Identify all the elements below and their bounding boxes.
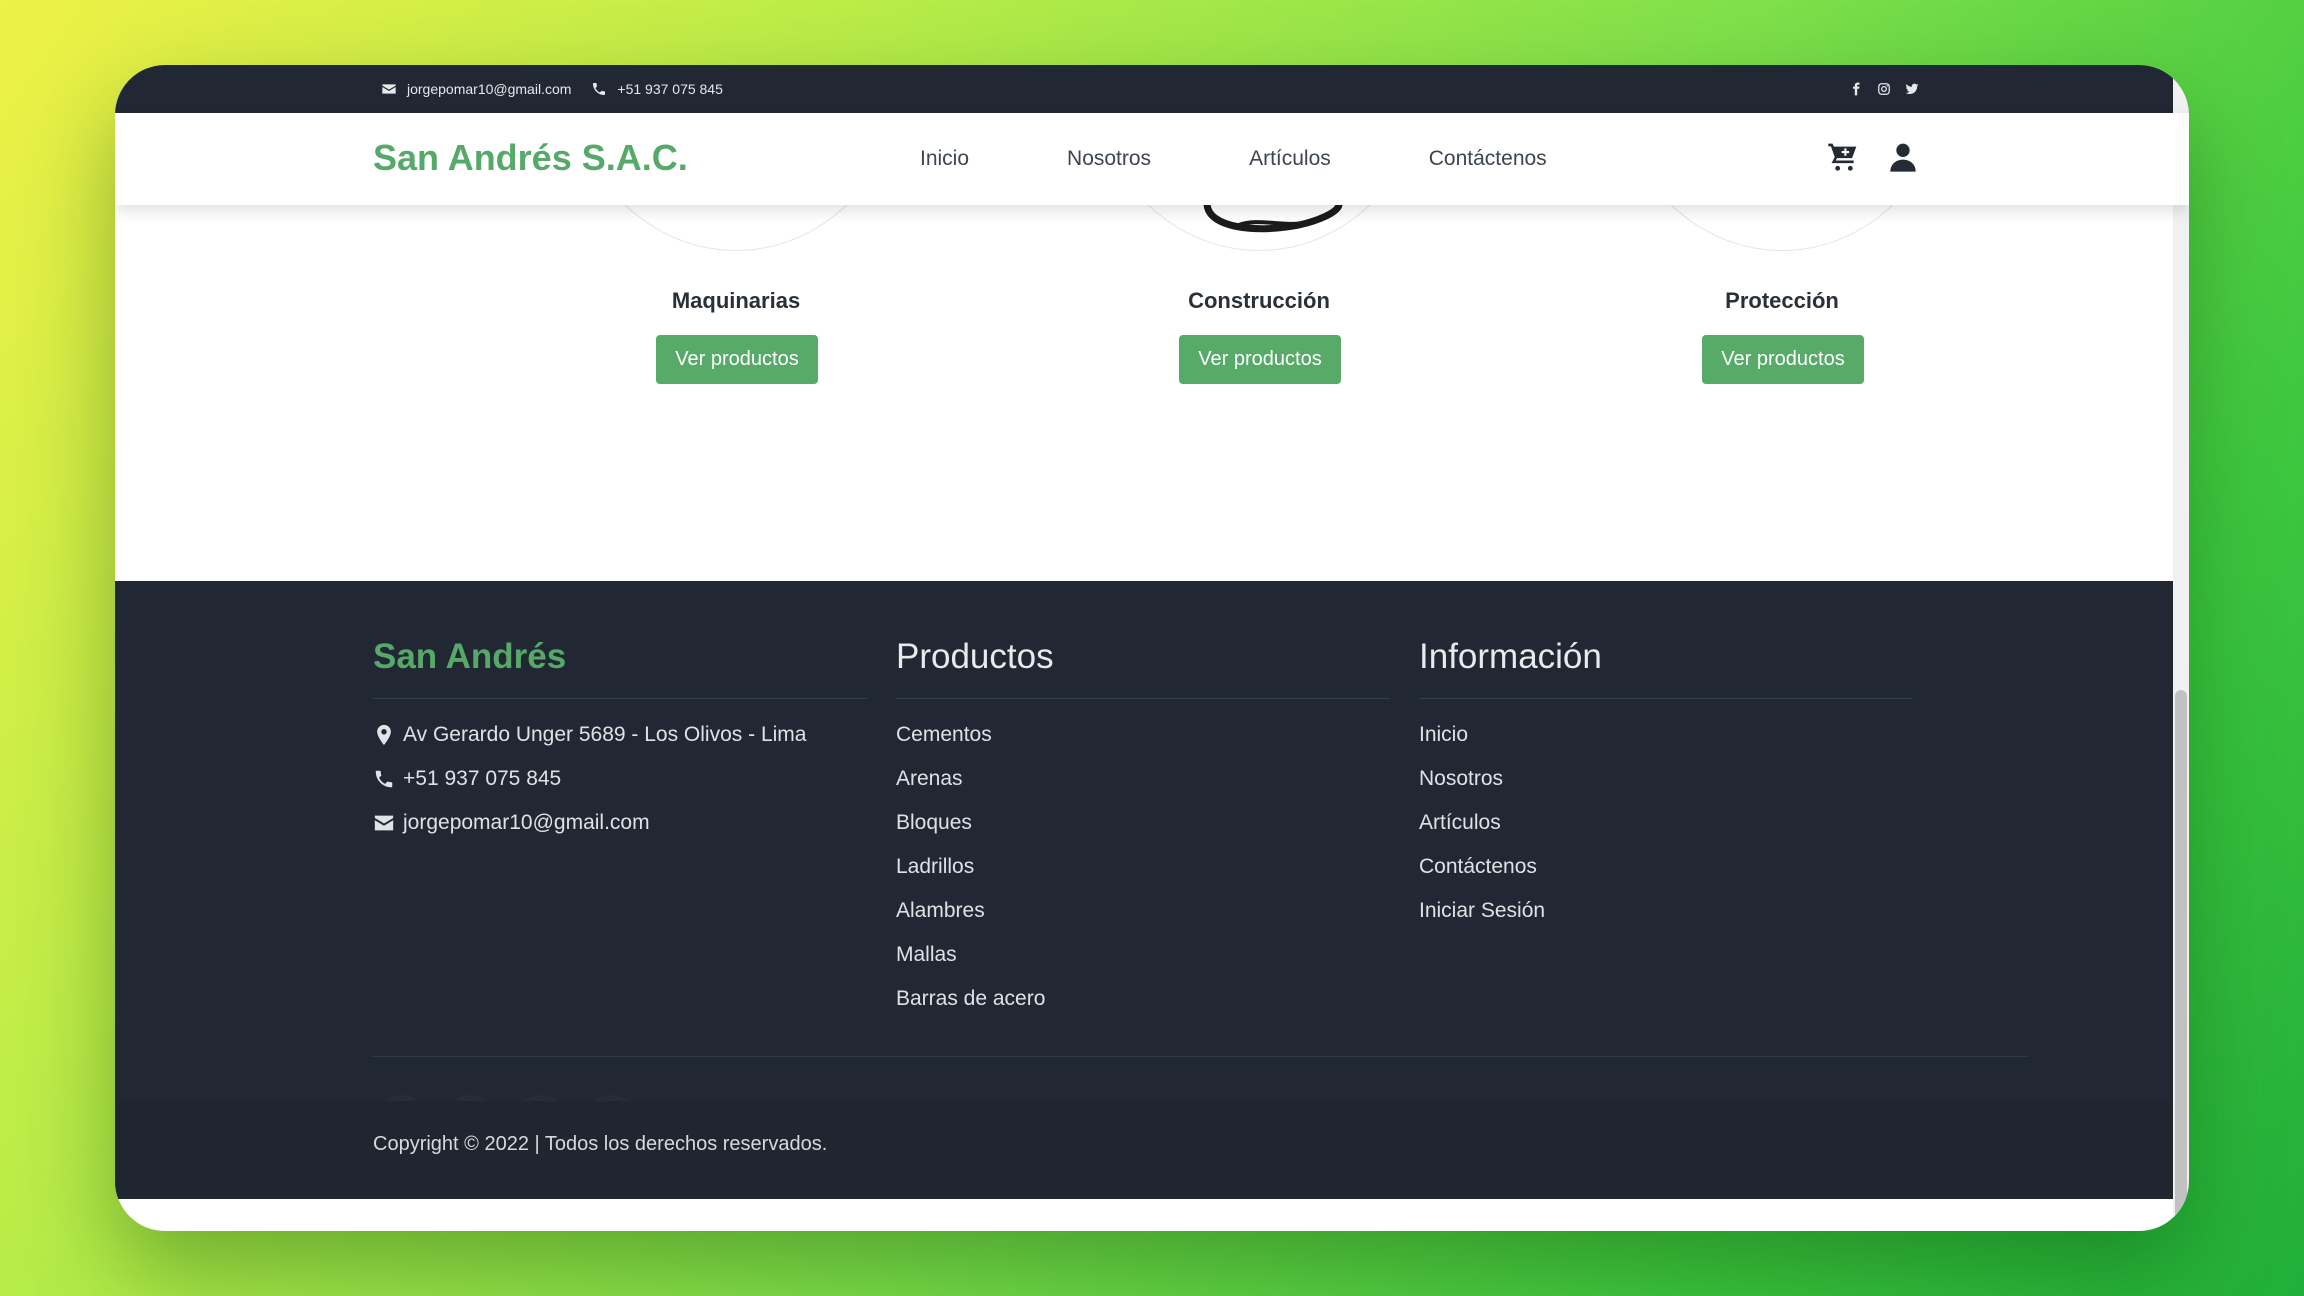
- footer-info-link[interactable]: Artículos: [1419, 809, 1913, 853]
- copyright-text: Copyright © 2022 | Todos los derechos re…: [373, 1133, 828, 1155]
- footer-product-link[interactable]: Mallas: [896, 941, 1390, 985]
- ver-productos-button[interactable]: Ver productos: [1702, 335, 1864, 384]
- footer-info-link[interactable]: Iniciar Sesión: [1419, 897, 1913, 941]
- footer-product-link[interactable]: Barras de acero: [896, 985, 1390, 1029]
- site-footer: San Andrés Av Gerardo Unger 5689 - Los O…: [115, 581, 2189, 1199]
- top-contact-info: jorgepomar10@gmail.com +51 937 075 845: [381, 65, 733, 113]
- instagram-icon[interactable]: [1877, 82, 1891, 96]
- nav-links: Inicio Nosotros Artículos Contáctenos: [920, 113, 1645, 205]
- phone-icon: [375, 770, 393, 788]
- ver-productos-button[interactable]: Ver productos: [656, 335, 818, 384]
- footer-address: Av Gerardo Unger 5689 - Los Olivos - Lim…: [373, 721, 867, 765]
- copyright-bar: Copyright © 2022 | Todos los derechos re…: [115, 1101, 2189, 1199]
- category-image: [566, 205, 906, 251]
- footer-address-text: Av Gerardo Unger 5689 - Los Olivos - Lim…: [403, 723, 807, 746]
- category-image: [1612, 205, 1952, 251]
- footer-brand: San Andrés: [373, 637, 867, 699]
- twitter-icon[interactable]: [1905, 82, 1919, 96]
- top-phone[interactable]: +51 937 075 845: [591, 81, 723, 97]
- footer-info-column: Información Inicio Nosotros Artículos Co…: [1419, 637, 1913, 941]
- footer-product-link[interactable]: Arenas: [896, 765, 1390, 809]
- facebook-icon[interactable]: [1849, 82, 1863, 96]
- nav-link-contactenos[interactable]: Contáctenos: [1429, 147, 1547, 171]
- footer-products-column: Productos Cementos Arenas Bloques Ladril…: [896, 637, 1390, 1029]
- user-icon[interactable]: [1887, 141, 1919, 173]
- top-phone-text: +51 937 075 845: [617, 81, 723, 97]
- footer-info-link[interactable]: Nosotros: [1419, 765, 1913, 809]
- nav-link-nosotros[interactable]: Nosotros: [1067, 147, 1151, 171]
- cart-icon[interactable]: [1827, 141, 1859, 173]
- nav-icons: [1827, 141, 1919, 173]
- footer-email-text: jorgepomar10@gmail.com: [403, 811, 650, 834]
- footer-divider: [373, 1056, 2027, 1057]
- footer-info-link[interactable]: Contáctenos: [1419, 853, 1913, 897]
- footer-email[interactable]: jorgepomar10@gmail.com: [373, 809, 867, 853]
- footer-company-column: San Andrés Av Gerardo Unger 5689 - Los O…: [373, 637, 867, 853]
- top-contact-bar: jorgepomar10@gmail.com +51 937 075 845: [115, 65, 2189, 113]
- top-email-text: jorgepomar10@gmail.com: [407, 81, 572, 97]
- footer-phone-text: +51 937 075 845: [403, 767, 562, 790]
- footer-products-title: Productos: [896, 637, 1390, 699]
- mail-icon: [382, 84, 396, 94]
- footer-info-link[interactable]: Inicio: [1419, 721, 1913, 765]
- phone-icon: [593, 83, 606, 95]
- scrollbar-thumb[interactable]: [2175, 690, 2187, 1220]
- ver-productos-button[interactable]: Ver productos: [1179, 335, 1341, 384]
- top-email[interactable]: jorgepomar10@gmail.com: [381, 81, 571, 97]
- brand-logo[interactable]: San Andrés S.A.C.: [373, 137, 688, 179]
- coiled-wire-image: [1203, 205, 1343, 233]
- footer-product-link[interactable]: Ladrillos: [896, 853, 1390, 897]
- categories-section: Maquinarias Ver productos Construcción V…: [115, 205, 2189, 581]
- footer-phone[interactable]: +51 937 075 845: [373, 765, 867, 809]
- footer-product-link[interactable]: Cementos: [896, 721, 1390, 765]
- category-title: Maquinarias: [671, 288, 801, 313]
- map-pin-icon: [377, 724, 391, 746]
- top-socials: [1849, 65, 1919, 113]
- nav-link-articulos[interactable]: Artículos: [1249, 147, 1331, 171]
- category-title: Construcción: [1188, 288, 1330, 313]
- footer-info-title: Información: [1419, 637, 1913, 699]
- nav-link-inicio[interactable]: Inicio: [920, 147, 969, 171]
- footer-product-link[interactable]: Bloques: [896, 809, 1390, 853]
- category-title: Protección: [1725, 288, 1839, 313]
- browser-window: jorgepomar10@gmail.com +51 937 075 845 S…: [115, 65, 2189, 1231]
- mail-icon: [374, 815, 394, 831]
- footer-product-link[interactable]: Alambres: [896, 897, 1390, 941]
- page-scrollbar[interactable]: [2173, 65, 2189, 1231]
- main-navbar: San Andrés S.A.C. Inicio Nosotros Artícu…: [115, 113, 2189, 205]
